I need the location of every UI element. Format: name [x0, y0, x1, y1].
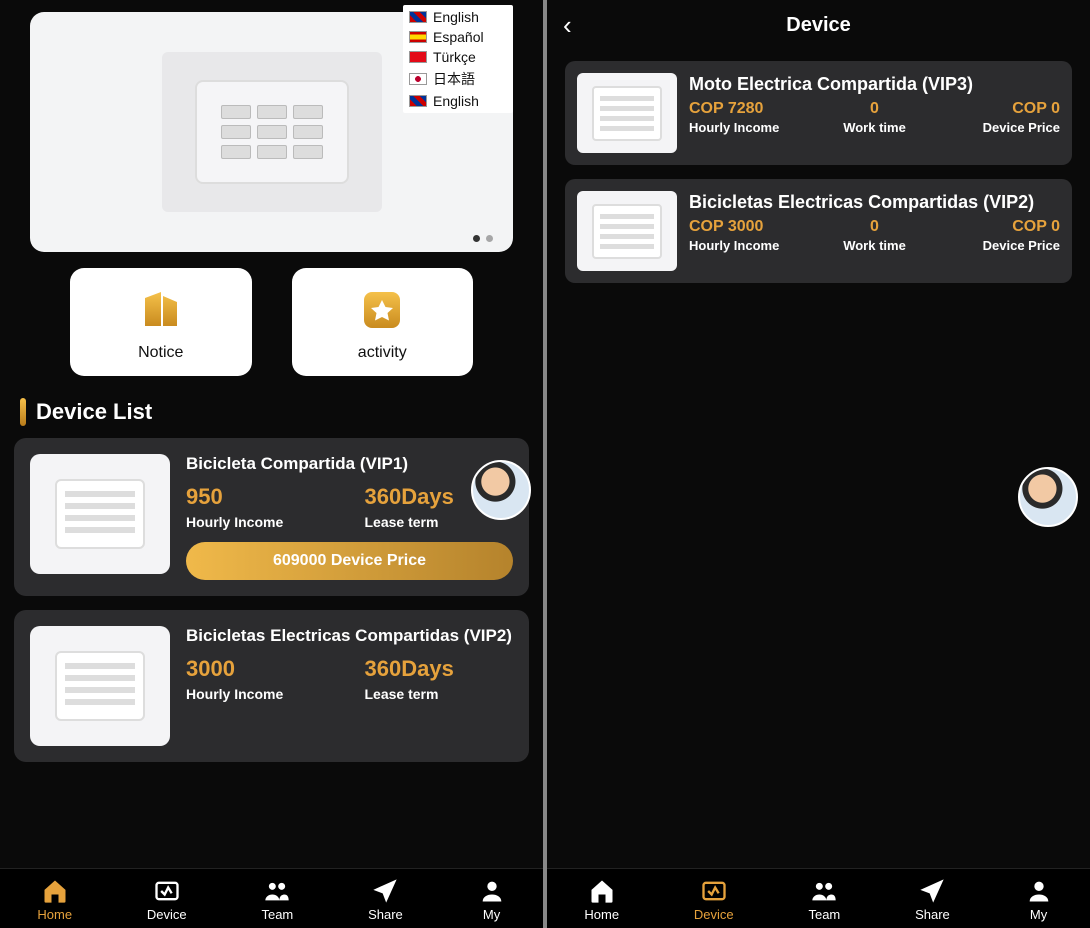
nav-label: Device [147, 907, 187, 922]
share-icon [918, 877, 946, 905]
support-avatar[interactable] [471, 460, 531, 520]
nav-home[interactable]: Home [584, 877, 619, 922]
page-title: Device [593, 14, 1044, 37]
hourly-income-label: Hourly Income [689, 120, 807, 135]
nav-label: Team [261, 907, 293, 922]
device-name: Bicicleta Compartida (VIP1) [186, 454, 513, 474]
device-list: Bicicleta Compartida (VIP1) 950 360Days … [0, 438, 543, 762]
lang-label: Español [433, 29, 484, 45]
device-price-value: COP 0 [942, 100, 1060, 118]
language-menu[interactable]: English Español Türkçe 日本語 English [403, 5, 513, 113]
work-time-label: Work time [815, 238, 933, 253]
hourly-income-value: 3000 [186, 656, 335, 682]
device-name: Bicicletas Electricas Compartidas (VIP2) [186, 626, 513, 646]
notice-label: Notice [138, 344, 183, 362]
nav-my[interactable]: My [478, 877, 506, 922]
lang-option[interactable]: Türkçe [409, 47, 507, 67]
nav-label: My [1030, 907, 1047, 922]
device-price-value: COP 0 [942, 218, 1060, 236]
device-price-label: Device Price [942, 120, 1060, 135]
hourly-income-value: COP 3000 [689, 218, 807, 236]
nav-label: Home [584, 907, 619, 922]
lang-label: English [433, 9, 479, 25]
device-list-heading: Device List [0, 392, 543, 438]
nav-share[interactable]: Share [915, 877, 950, 922]
device-icon [153, 877, 181, 905]
flag-tr-icon [409, 51, 427, 63]
hero-device-image [162, 52, 382, 212]
top-bar: ‹ Device [547, 0, 1090, 51]
lang-option[interactable]: 日本語 [409, 67, 507, 91]
nav-device[interactable]: Device [147, 877, 187, 922]
activity-button[interactable]: activity [292, 268, 474, 376]
device-thumbnail [577, 191, 677, 271]
notice-button[interactable]: Notice [70, 268, 252, 376]
device-name: Moto Electrica Compartida (VIP3) [689, 73, 1060, 96]
device-thumbnail [577, 73, 677, 153]
building-icon [137, 286, 185, 334]
home-icon [41, 877, 69, 905]
lang-label: Türkçe [433, 49, 476, 65]
team-icon [263, 877, 291, 905]
nav-label: Team [808, 907, 840, 922]
home-screen: English Español Türkçe 日本語 English Notic… [0, 0, 543, 928]
device-screen: ‹ Device Moto Electrica Compartida (VIP3… [547, 0, 1090, 928]
flag-jp-icon [409, 73, 427, 85]
lang-option[interactable]: Español [409, 27, 507, 47]
owned-device-card[interactable]: Moto Electrica Compartida (VIP3) COP 728… [565, 61, 1072, 165]
lang-option[interactable]: English [409, 91, 507, 111]
nav-label: My [483, 907, 500, 922]
lang-label: 日本語 [433, 69, 475, 89]
bottom-nav: Home Device Team Share My [547, 868, 1090, 928]
lang-option[interactable]: English [409, 7, 507, 27]
back-button[interactable]: ‹ [563, 10, 593, 41]
owned-device-list: Moto Electrica Compartida (VIP3) COP 728… [547, 51, 1090, 293]
work-time-value: 0 [815, 100, 933, 118]
lease-term-label: Lease term [365, 686, 514, 702]
star-badge-icon [358, 286, 406, 334]
nav-label: Device [694, 907, 734, 922]
device-thumbnail [30, 626, 170, 746]
nav-home[interactable]: Home [37, 877, 72, 922]
device-price-label: Device Price [942, 238, 1060, 253]
flag-es-icon [409, 31, 427, 43]
lease-term-value: 360Days [365, 656, 514, 682]
hourly-income-label: Hourly Income [186, 514, 335, 530]
work-time-label: Work time [815, 120, 933, 135]
nav-label: Share [915, 907, 950, 922]
carousel-dots[interactable] [473, 235, 493, 242]
team-icon [810, 877, 838, 905]
activity-label: activity [358, 344, 407, 362]
hourly-income-label: Hourly Income [186, 686, 335, 702]
share-icon [371, 877, 399, 905]
device-name: Bicicletas Electricas Compartidas (VIP2) [689, 191, 1060, 214]
person-icon [478, 877, 506, 905]
flag-uk-icon [409, 11, 427, 23]
work-time-value: 0 [815, 218, 933, 236]
support-avatar[interactable] [1018, 467, 1078, 527]
device-card[interactable]: Bicicletas Electricas Compartidas (VIP2)… [14, 610, 529, 762]
hourly-income-value: COP 7280 [689, 100, 807, 118]
device-icon [700, 877, 728, 905]
lang-label: English [433, 93, 479, 109]
home-icon [588, 877, 616, 905]
device-card[interactable]: Bicicleta Compartida (VIP1) 950 360Days … [14, 438, 529, 596]
hourly-income-value: 950 [186, 484, 335, 510]
nav-share[interactable]: Share [368, 877, 403, 922]
section-title-text: Device List [36, 399, 152, 425]
nav-team[interactable]: Team [261, 877, 293, 922]
person-icon [1025, 877, 1053, 905]
bottom-nav: Home Device Team Share My [0, 868, 543, 928]
nav-label: Home [37, 907, 72, 922]
owned-device-card[interactable]: Bicicletas Electricas Compartidas (VIP2)… [565, 179, 1072, 283]
flag-uk-icon [409, 95, 427, 107]
nav-label: Share [368, 907, 403, 922]
nav-device[interactable]: Device [694, 877, 734, 922]
nav-team[interactable]: Team [808, 877, 840, 922]
nav-my[interactable]: My [1025, 877, 1053, 922]
device-price-button[interactable]: 609000 Device Price [186, 542, 513, 580]
hourly-income-label: Hourly Income [689, 238, 807, 253]
device-thumbnail [30, 454, 170, 574]
